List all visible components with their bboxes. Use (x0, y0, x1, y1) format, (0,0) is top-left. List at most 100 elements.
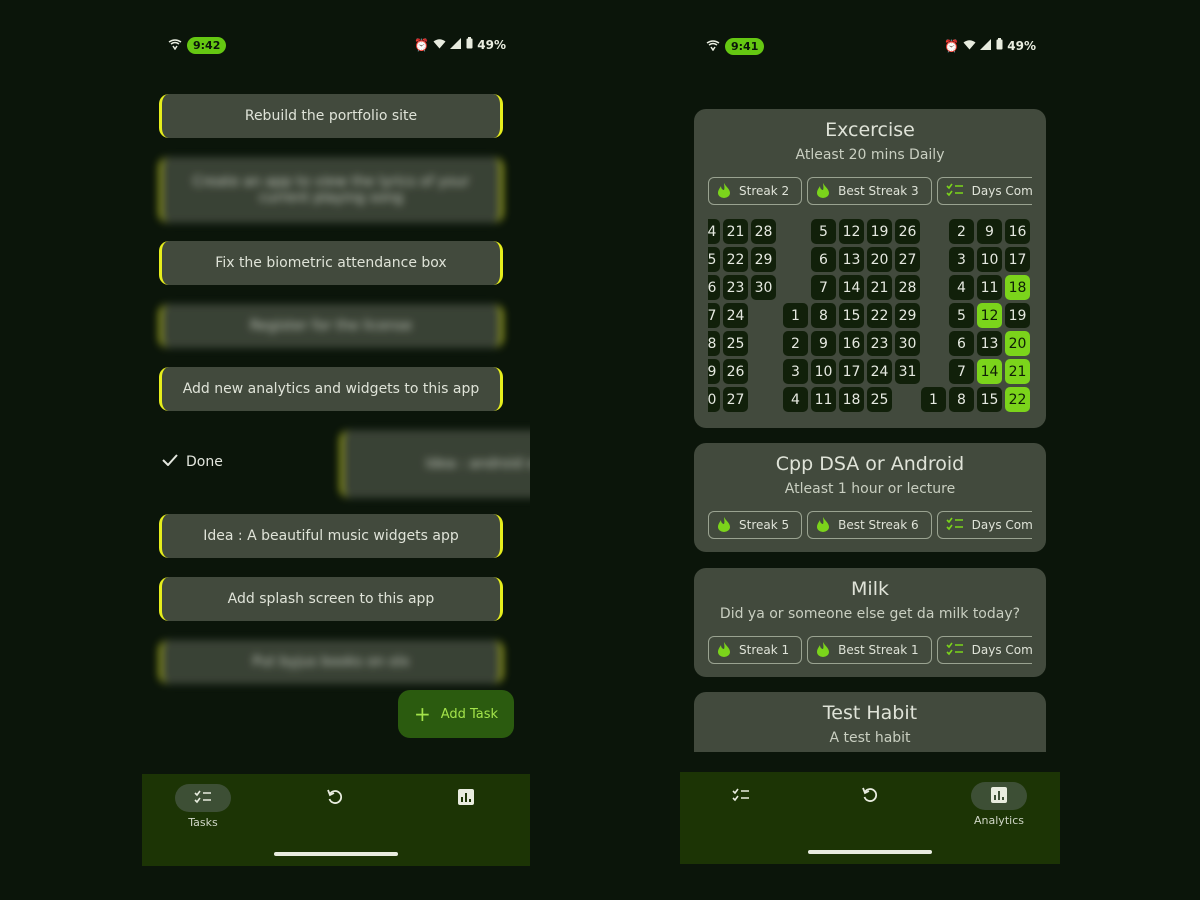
task-card[interactable]: Idea : A beautiful music widgets app (159, 514, 503, 558)
days-completed-label: Days Completed (971, 184, 1032, 198)
days-completed-label: Days Completed (971, 643, 1032, 657)
checklist-icon (946, 642, 964, 659)
calendar-day: 11 (811, 387, 836, 412)
calendar-day: 21 (723, 219, 748, 244)
task-label: Fix the biometric attendance box (215, 255, 447, 271)
task-card[interactable]: Put byjus books on olx (159, 640, 503, 684)
analytics-icon (991, 786, 1007, 806)
calendar-day: 8 (811, 303, 836, 328)
flame-icon (816, 182, 830, 201)
best-streak-label: Best Streak 1 (838, 643, 919, 657)
task-label: Rebuild the portfolio site (244, 108, 418, 124)
habit-calendar: 1421281522291623301724182519262027512192… (708, 219, 1032, 415)
streak-chip: Streak 5 (708, 511, 803, 539)
calendar-day: 12 (977, 303, 1002, 328)
task-card[interactable]: Rebuild the portfolio site (159, 94, 503, 138)
nav-analytics-pill (971, 782, 1027, 810)
calendar-day: 2 (949, 219, 974, 244)
calendar-day: 10 (977, 247, 1002, 272)
calendar-day: 1 (921, 387, 946, 412)
calendar-day: 13 (977, 331, 1002, 356)
calendar-day: 16 (839, 331, 864, 356)
calendar-day: 25 (867, 387, 892, 412)
nav-tasks[interactable]: Tasks (163, 784, 243, 829)
calendar-day: 5 (949, 303, 974, 328)
calendar-day: 20 (1005, 331, 1030, 356)
calendar-day: 18 (839, 387, 864, 412)
gesture-handle (274, 852, 398, 856)
calendar-day: 28 (895, 275, 920, 300)
signal-icon (450, 37, 462, 52)
habit-stats: Streak 1 Best Streak 1 Days Completed (708, 636, 1032, 664)
check-icon (162, 454, 178, 470)
calendar-day: 23 (723, 275, 748, 300)
calendar-day: 30 (751, 275, 776, 300)
add-task-label: Add Task (440, 706, 499, 722)
calendar-day: 17 (708, 303, 720, 328)
calendar-day: 15 (708, 247, 720, 272)
task-card[interactable]: Add splash screen to this app (159, 577, 503, 621)
habit-subtitle: Atleast 20 mins Daily (795, 147, 945, 163)
calendar-day: 4 (783, 387, 808, 412)
streak-label: Streak 2 (739, 184, 790, 198)
calendar-day: 9 (811, 331, 836, 356)
task-label: Add splash screen to this app (227, 591, 435, 607)
task-card[interactable]: Create an app to view the lyrics of your… (159, 157, 503, 223)
calendar-day: 8 (949, 387, 974, 412)
calendar-day: 6 (811, 247, 836, 272)
add-task-button[interactable]: + Add Task (398, 690, 514, 738)
calendar-day: 24 (723, 303, 748, 328)
calendar-day: 26 (723, 359, 748, 384)
calendar-day: 10 (811, 359, 836, 384)
battery-percent: 49% (477, 37, 506, 52)
habit-card[interactable]: Test Habit A test habit (694, 692, 1046, 752)
calendar-day: 14 (977, 359, 1002, 384)
nav-analytics[interactable] (426, 784, 506, 812)
status-time: 9:42 (187, 37, 227, 54)
calendar-day: 9 (977, 219, 1002, 244)
task-card[interactable]: Register for the license (159, 304, 503, 348)
battery-percent: 49% (1007, 38, 1036, 53)
nav-history[interactable] (830, 782, 910, 810)
nav-analytics-pill (438, 784, 494, 812)
flame-icon (717, 641, 731, 660)
calendar-day: 2 (783, 331, 808, 356)
task-card[interactable]: Fix the biometric attendance box (159, 241, 503, 285)
task-card-swiping[interactable]: Idea : android or fe religi (340, 430, 530, 498)
nav-tasks[interactable] (701, 782, 781, 810)
calendar-day: 14 (839, 275, 864, 300)
habit-subtitle: Atleast 1 hour or lecture (784, 481, 956, 497)
habit-stats: Streak 2 Best Streak 3 Days Completed (708, 177, 1032, 205)
best-streak-chip: Best Streak 3 (807, 177, 932, 205)
calendar-day: 12 (839, 219, 864, 244)
best-streak-chip: Best Streak 6 (807, 511, 932, 539)
days-completed-chip: Days Completed (936, 636, 1032, 664)
notification-icon (706, 39, 720, 54)
habit-card[interactable]: Excercise Atleast 20 mins Daily Streak 2… (694, 109, 1046, 428)
calendar-day: 28 (751, 219, 776, 244)
calendar-day: 27 (723, 387, 748, 412)
status-bar: 9:41 ⏰ 49% (680, 38, 1060, 58)
nav-history[interactable] (295, 784, 375, 812)
restore-icon (861, 786, 879, 807)
plus-icon: + (413, 702, 431, 726)
battery-icon (996, 38, 1003, 53)
nav-tasks-label: Tasks (188, 816, 218, 829)
calendar-day: 19 (1005, 303, 1030, 328)
restore-icon (326, 788, 344, 809)
calendar-day: 22 (723, 247, 748, 272)
alarm-icon: ⏰ (944, 38, 960, 53)
calendar-day: 5 (811, 219, 836, 244)
calendar-day: 30 (895, 331, 920, 356)
calendar-day: 24 (867, 359, 892, 384)
bottom-navigation: Tasks (142, 774, 530, 866)
calendar-day: 21 (867, 275, 892, 300)
wifi-icon (963, 39, 976, 53)
task-label: Idea : A beautiful music widgets app (203, 528, 459, 544)
task-card[interactable]: Add new analytics and widgets to this ap… (159, 367, 503, 411)
calendar-day: 23 (867, 331, 892, 356)
notification-icon (168, 38, 182, 53)
nav-analytics[interactable]: Analytics (959, 782, 1039, 827)
habit-card[interactable]: Cpp DSA or Android Atleast 1 hour or lec… (694, 443, 1046, 552)
habit-card[interactable]: Milk Did ya or someone else get da milk … (694, 568, 1046, 677)
